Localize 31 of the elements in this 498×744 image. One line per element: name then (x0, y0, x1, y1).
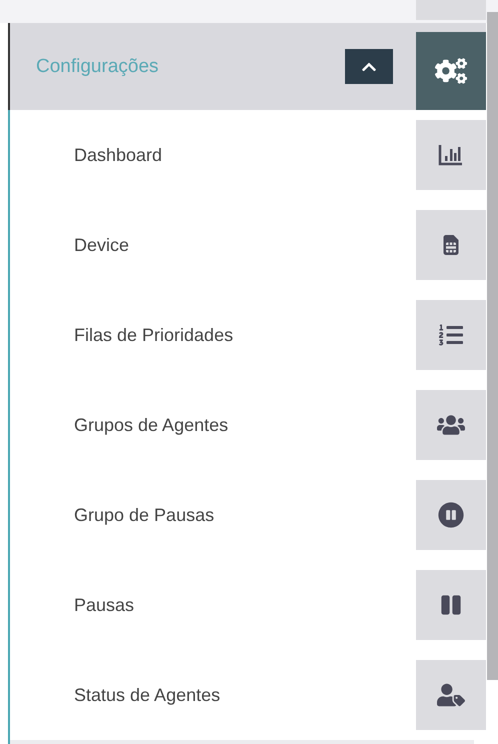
icon-tile[interactable] (416, 660, 486, 730)
scrollbar[interactable] (487, 12, 498, 680)
menu-item[interactable]: Grupos de Agentes (10, 380, 486, 470)
menu-item-label: Filas de Prioridades (74, 324, 234, 346)
menu-item[interactable]: Pausas (10, 560, 486, 650)
icon-tile[interactable] (416, 300, 486, 370)
icon-tile[interactable] (416, 570, 486, 640)
menu-item[interactable]: Filas de Prioridades (10, 290, 486, 380)
menu-item[interactable]: Grupo de Pausas (10, 470, 486, 560)
menu-item-label: Grupo de Pausas (74, 504, 216, 526)
icon-tile[interactable] (416, 480, 486, 550)
bar-chart-icon (438, 143, 464, 167)
icon-tile[interactable] (416, 390, 486, 460)
menu-item-label: Dashboard (74, 144, 164, 166)
pause-icon (440, 594, 462, 616)
menu-title: Configurações (36, 56, 160, 78)
menu-item[interactable]: Device (10, 200, 486, 290)
icon-tile[interactable] (416, 120, 486, 190)
numbered-list-icon (439, 323, 463, 347)
icon-tile[interactable] (416, 210, 486, 280)
icon-tile[interactable] (416, 32, 486, 110)
collapse-button[interactable] (345, 49, 393, 84)
menu-item-label: Grupos de Agentes (74, 414, 230, 436)
menu-item[interactable]: Status de Agentes (10, 650, 486, 740)
icon-tile (416, 0, 486, 20)
menu-item-label: Device (74, 234, 130, 256)
user-tag-icon (437, 681, 465, 709)
menu-item-label: Pausas (74, 594, 136, 616)
sim-card-icon (441, 235, 461, 255)
menu-item[interactable]: Dashboard (10, 110, 486, 200)
menu-item-label: Status de Agentes (74, 684, 222, 706)
